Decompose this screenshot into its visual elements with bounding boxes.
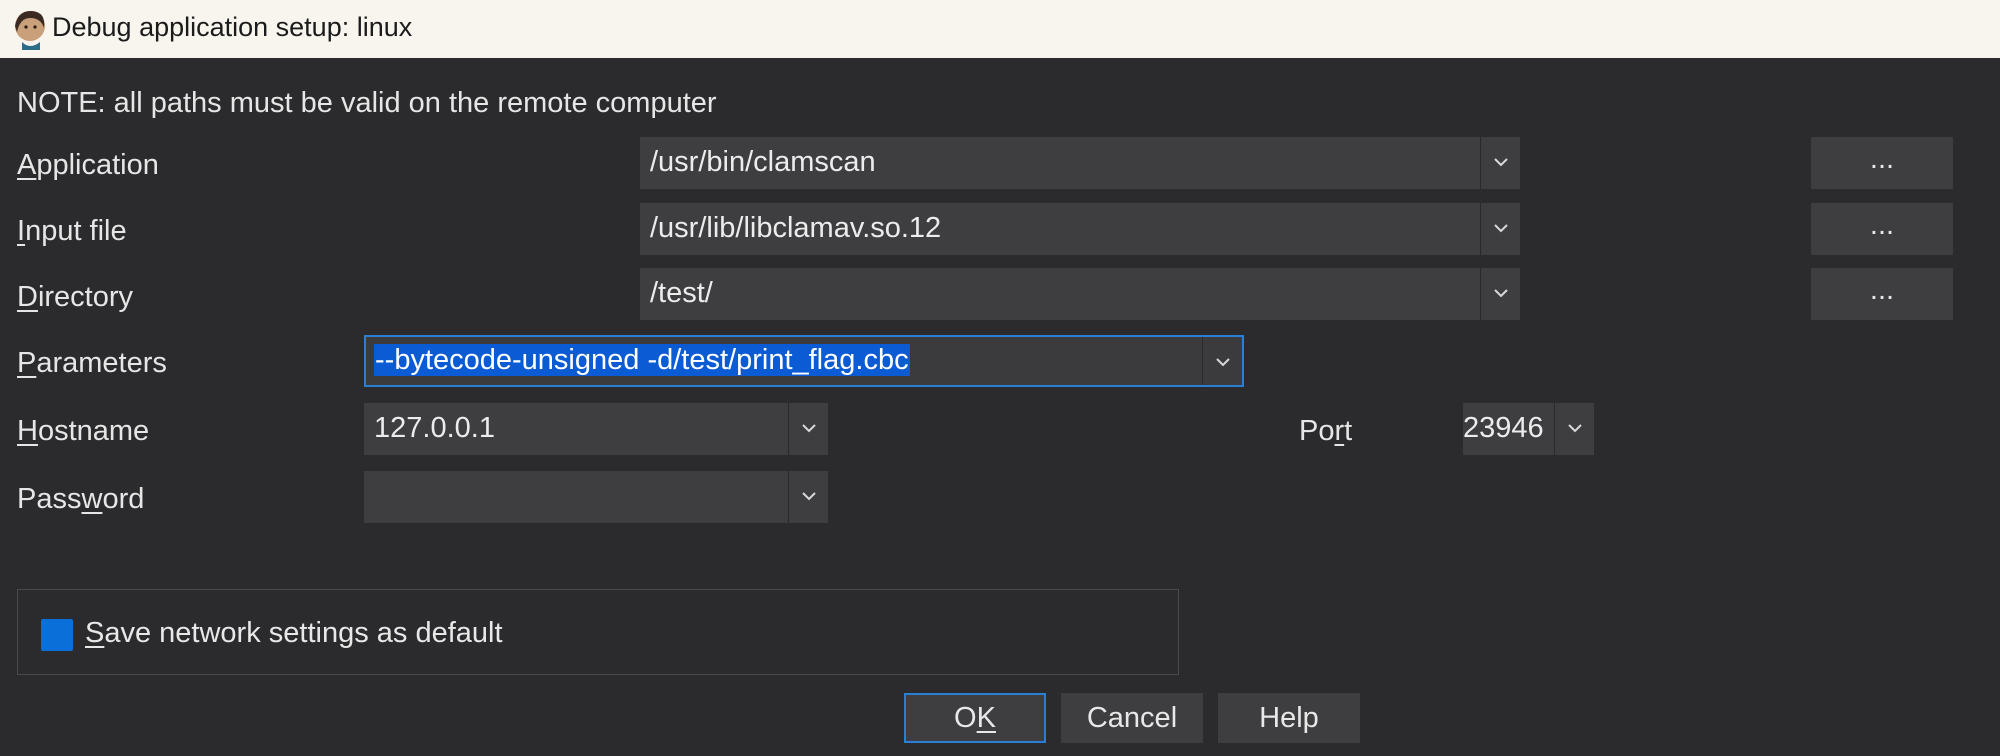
application-label: Application [17,149,159,182]
application-dropdown-button[interactable] [1480,137,1520,189]
ida-app-icon [15,10,45,50]
save-default-checkbox[interactable] [41,619,73,651]
application-browse-button[interactable]: ... [1811,137,1953,189]
application-combo[interactable]: /usr/bin/clamscan [640,137,1520,189]
paths-note: NOTE: all paths must be valid on the rem… [17,87,717,119]
port-label: Port [1299,415,1352,448]
parameters-label: Parameters [17,347,167,380]
hostname-dropdown-button[interactable] [788,403,828,455]
chevron-down-icon [802,492,816,501]
port-label-post: t [1344,415,1353,447]
hostname-label-rest: ostname [37,415,150,447]
password-label-post: ord [102,483,145,515]
input-file-label: Input file [17,215,127,248]
directory-label-rest: irectory [37,281,134,313]
save-default-label[interactable]: Save network settings as default [85,617,503,650]
port-label-mnemonic: r [1334,415,1345,447]
chevron-down-icon [1494,224,1508,233]
chevron-down-icon [1494,289,1508,298]
chevron-down-icon [1494,158,1508,167]
title-bar: Debug application setup: linux [0,0,2000,58]
input-file-value: /usr/lib/libclamav.so.12 [650,212,942,244]
port-label-pre: Po [1299,415,1335,447]
directory-dropdown-button[interactable] [1480,268,1520,320]
application-value: /usr/bin/clamscan [650,146,876,178]
input-file-combo[interactable]: /usr/lib/libclamav.so.12 [640,203,1520,255]
hostname-label-mnemonic: H [17,415,38,447]
password-combo[interactable] [364,471,828,523]
directory-value: /test/ [650,277,713,309]
chevron-down-icon [1568,424,1582,433]
input-file-browse-button[interactable]: ... [1811,203,1953,255]
input-file-label-mnemonic: I [17,215,26,247]
parameters-label-rest: arameters [36,347,167,379]
hostname-label: Hostname [17,415,149,448]
parameters-combo[interactable]: --bytecode-unsigned -d/test/print_flag.c… [364,335,1244,387]
directory-combo[interactable]: /test/ [640,268,1520,320]
ok-button-pre: O [954,702,977,734]
parameters-label-mnemonic: P [17,347,37,379]
password-label-mnemonic: w [81,483,103,515]
save-default-label-mnemonic: S [85,617,105,649]
directory-label-mnemonic: D [17,281,38,313]
parameters-value[interactable]: --bytecode-unsigned -d/test/print_flag.c… [374,344,910,377]
password-dropdown-button[interactable] [788,471,828,523]
port-value: 23946 [1463,412,1544,444]
help-button[interactable]: Help [1218,693,1360,743]
hostname-combo[interactable]: 127.0.0.1 [364,403,828,455]
chevron-down-icon [802,424,816,433]
input-file-label-rest: nput file [25,215,127,247]
application-label-mnemonic: A [17,149,37,181]
chevron-down-icon [1216,358,1230,367]
hostname-value: 127.0.0.1 [374,412,495,444]
save-default-label-rest: ave network settings as default [104,617,503,649]
cancel-button[interactable]: Cancel [1061,693,1203,743]
parameters-selected-text: --bytecode-unsigned -d/test/print_flag.c… [374,344,910,376]
directory-browse-button[interactable]: ... [1811,268,1953,320]
ok-button-mnemonic: K [976,702,996,734]
directory-label: Directory [17,281,133,314]
port-dropdown-button[interactable] [1554,403,1594,455]
port-combo[interactable]: 23946 [1463,403,1594,455]
password-label-pre: Pass [17,483,82,515]
network-settings-group: Save network settings as default [17,589,1179,675]
input-file-dropdown-button[interactable] [1480,203,1520,255]
window-title: Debug application setup: linux [52,12,413,42]
application-label-rest: pplication [36,149,159,181]
password-label: Password [17,483,144,516]
parameters-dropdown-button[interactable] [1202,337,1242,385]
ok-button[interactable]: OK [904,693,1046,743]
